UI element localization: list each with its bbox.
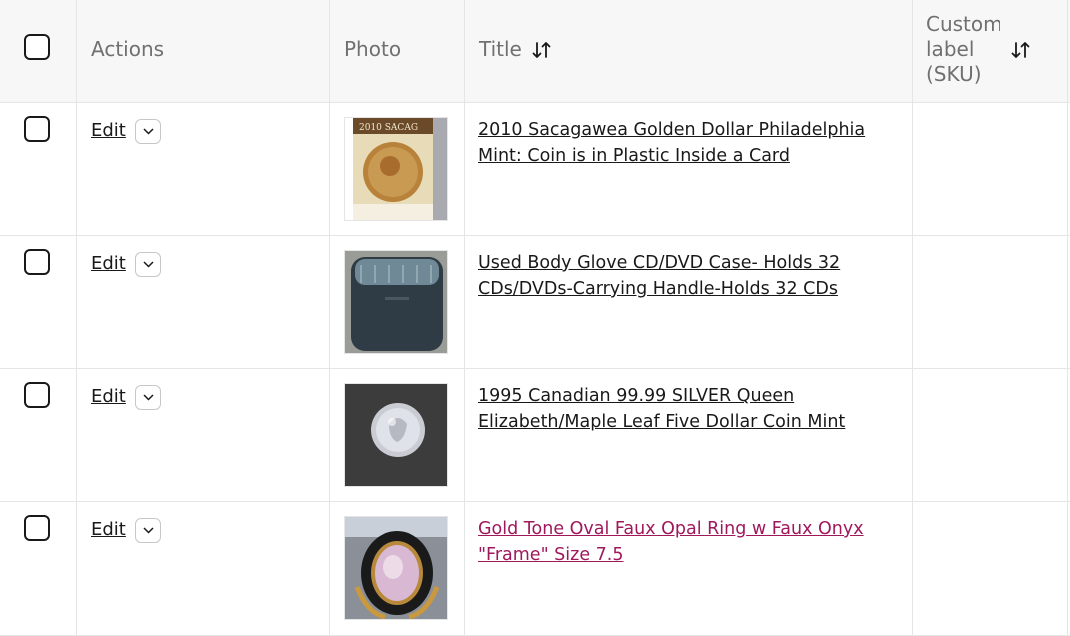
- table-row-actions: Edit: [77, 103, 330, 236]
- actions-header: Actions: [91, 37, 165, 61]
- actions-dropdown-button[interactable]: [135, 518, 161, 543]
- table-row-title: 1995 Canadian 99.99 SILVER Queen Elizabe…: [465, 369, 913, 502]
- chevron-down-icon: [143, 527, 154, 534]
- edit-link[interactable]: Edit: [91, 120, 126, 141]
- listings-table: Actions Photo Title Custom label (SKU) E…: [0, 0, 1070, 636]
- actions-dropdown-button[interactable]: [135, 252, 161, 277]
- row-checkbox[interactable]: [24, 515, 50, 541]
- table-row-photo: [330, 236, 465, 369]
- silver-coin-photo[interactable]: [344, 383, 448, 487]
- table-row-select: [0, 103, 77, 236]
- edit-link[interactable]: Edit: [91, 253, 126, 274]
- coin-card-photo[interactable]: 2010 SACAG: [344, 117, 448, 221]
- table-row-select: [0, 369, 77, 502]
- table-row-sku: [913, 502, 1068, 636]
- photo-header: Photo: [344, 37, 402, 61]
- edit-link[interactable]: Edit: [91, 386, 126, 407]
- table-row-actions: Edit: [77, 236, 330, 369]
- table-row-photo: 2010 SACAG: [330, 103, 465, 236]
- table-row-actions: Edit: [77, 369, 330, 502]
- ring-photo[interactable]: [344, 516, 448, 620]
- row-checkbox[interactable]: [24, 116, 50, 142]
- table-row-sku: [913, 103, 1068, 236]
- header-photo-cell: Photo: [330, 0, 465, 103]
- table-row-sku: [913, 236, 1068, 369]
- sort-icon[interactable]: [532, 41, 552, 59]
- table-row-title: 2010 Sacagawea Golden Dollar Philadelphi…: [465, 103, 913, 236]
- sku-header[interactable]: Custom label (SKU): [926, 12, 1000, 87]
- table-row-title: Used Body Glove CD/DVD Case- Holds 32 CD…: [465, 236, 913, 369]
- listing-title-link[interactable]: 1995 Canadian 99.99 SILVER Queen Elizabe…: [478, 383, 878, 435]
- actions-dropdown-button[interactable]: [135, 385, 161, 410]
- sort-icon[interactable]: [1011, 41, 1031, 59]
- table-row-select: [0, 502, 77, 636]
- cd-case-photo[interactable]: [344, 250, 448, 354]
- select-all-checkbox[interactable]: [24, 34, 50, 60]
- row-checkbox[interactable]: [24, 249, 50, 275]
- header-title-cell[interactable]: Title: [465, 0, 913, 103]
- edit-link[interactable]: Edit: [91, 519, 126, 540]
- actions-dropdown-button[interactable]: [135, 119, 161, 144]
- row-checkbox[interactable]: [24, 382, 50, 408]
- table-row-photo: [330, 502, 465, 636]
- table-row-title: Gold Tone Oval Faux Opal Ring w Faux Ony…: [465, 502, 913, 636]
- listing-title-link[interactable]: 2010 Sacagawea Golden Dollar Philadelphi…: [478, 117, 878, 169]
- chevron-down-icon: [143, 261, 154, 268]
- chevron-down-icon: [143, 128, 154, 135]
- table-row-select: [0, 236, 77, 369]
- svg-text:2010 SACAG: 2010 SACAG: [359, 123, 418, 133]
- table-row-sku: [913, 369, 1068, 502]
- listing-title-link[interactable]: Gold Tone Oval Faux Opal Ring w Faux Ony…: [478, 516, 878, 568]
- header-select-cell: [0, 0, 77, 103]
- chevron-down-icon: [143, 394, 154, 401]
- title-header[interactable]: Title: [479, 37, 522, 61]
- listing-title-link[interactable]: Used Body Glove CD/DVD Case- Holds 32 CD…: [478, 250, 878, 302]
- table-row-photo: [330, 369, 465, 502]
- header-actions-cell: Actions: [77, 0, 330, 103]
- table-row-actions: Edit: [77, 502, 330, 636]
- header-sku-cell[interactable]: Custom label (SKU): [913, 0, 1068, 103]
